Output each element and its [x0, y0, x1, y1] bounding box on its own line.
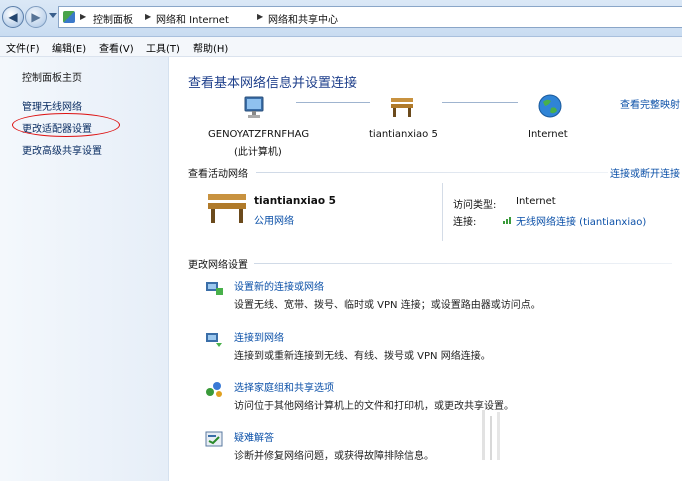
map-internet-label: Internet — [528, 129, 568, 140]
connection-link[interactable]: 无线网络连接 (tiantianxiao) — [516, 213, 646, 228]
sidebar-item-manage-wireless[interactable]: 管理无线网络 — [22, 98, 82, 113]
network-type-link[interactable]: 公用网络 — [254, 212, 294, 227]
breadcrumb-item-network-internet[interactable]: 网络和 Internet — [156, 11, 229, 26]
bench-icon — [208, 194, 246, 223]
breadcrumb-separator-icon[interactable]: ▶ — [257, 12, 263, 21]
computer-icon — [244, 96, 264, 118]
page-title: 查看基本网络信息并设置连接 — [188, 76, 358, 91]
task-troubleshoot-desc: 诊断并修复网络问题，或获得故障排除信息。 — [234, 451, 434, 462]
connection-label: 连接: — [453, 217, 477, 228]
map-connector-line — [296, 102, 370, 103]
breadcrumb-item-control-panel[interactable]: 控制面板 — [93, 11, 133, 26]
vertical-divider — [442, 183, 443, 241]
active-network-name: tiantianxiao 5 — [254, 195, 336, 207]
access-type-value: Internet — [516, 196, 556, 207]
homegroup-icon — [206, 382, 222, 397]
computer-name-label: GENOYATZFRNFHAG — [208, 129, 310, 140]
sidebar-home-link[interactable]: 控制面板主页 — [22, 69, 82, 84]
forward-arrow-icon: ▶ — [31, 10, 41, 24]
new-connection-icon — [206, 282, 223, 295]
task-setup-connection-desc: 设置无线、宽带、拨号、临时或 VPN 连接；或设置路由器或访问点。 — [234, 300, 541, 311]
task-homegroup-desc: 访问位于其他网络计算机上的文件和打印机，或更改共享设置。 — [234, 401, 514, 412]
annotation-circle — [12, 113, 120, 137]
computer-sub-label: (此计算机) — [234, 147, 282, 158]
sidebar: 控制面板主页 管理无线网络 更改适配器设置 更改高级共享设置 — [0, 57, 169, 481]
breadcrumb-item-network-sharing-center[interactable]: 网络和共享中心 — [268, 11, 338, 26]
control-panel-icon — [63, 11, 75, 23]
active-networks-heading: 查看活动网络 — [188, 169, 248, 180]
breadcrumb-separator-icon[interactable]: ▶ — [80, 12, 86, 21]
menu-tools[interactable]: 工具(T) — [146, 40, 180, 55]
signal-strength-icon — [503, 217, 511, 224]
connect-disconnect-link[interactable]: 连接或断开连接 — [610, 165, 680, 180]
sidebar-item-advanced-sharing[interactable]: 更改高级共享设置 — [22, 142, 102, 157]
section-divider — [256, 172, 608, 173]
screen-artifact — [482, 410, 500, 460]
section-divider — [254, 263, 672, 264]
forward-button[interactable]: ▶ — [25, 6, 47, 28]
main-content: 查看基本网络信息并设置连接 查看完整映射 GENOYATZFRNFHAG (此计… — [170, 57, 682, 481]
history-dropdown-icon[interactable] — [49, 13, 57, 18]
task-homegroup[interactable]: 选择家庭组和共享选项 — [234, 379, 334, 394]
menu-bar: 文件(F) 编辑(E) 查看(V) 工具(T) 帮助(H) — [0, 37, 682, 57]
change-settings-heading: 更改网络设置 — [188, 260, 248, 271]
back-arrow-icon: ◀ — [8, 10, 18, 24]
access-type-label: 访问类型: — [453, 200, 497, 211]
menu-view[interactable]: 查看(V) — [99, 40, 134, 55]
troubleshoot-icon — [205, 431, 223, 447]
task-connect-network[interactable]: 连接到网络 — [234, 329, 284, 344]
menu-help[interactable]: 帮助(H) — [193, 40, 228, 55]
globe-icon — [538, 94, 562, 118]
breadcrumb-separator-icon[interactable]: ▶ — [145, 12, 151, 21]
menu-file[interactable]: 文件(F) — [6, 40, 40, 55]
task-connect-network-desc: 连接到或重新连接到无线、有线、拨号或 VPN 网络连接。 — [234, 351, 491, 362]
menu-edit[interactable]: 编辑(E) — [52, 40, 86, 55]
map-network-label: tiantianxiao 5 — [369, 129, 438, 140]
bench-icon — [391, 98, 413, 117]
full-map-link[interactable]: 查看完整映射 — [620, 96, 680, 111]
task-setup-connection[interactable]: 设置新的连接或网络 — [234, 278, 324, 293]
address-bar: ◀ ▶ ▶ 控制面板 ▶ 网络和 Internet ▶ 网络和共享中心 — [0, 0, 682, 37]
breadcrumb[interactable]: ▶ 控制面板 ▶ 网络和 Internet ▶ 网络和共享中心 — [58, 6, 682, 28]
task-troubleshoot[interactable]: 疑难解答 — [234, 429, 274, 444]
back-button[interactable]: ◀ — [2, 6, 24, 28]
connect-network-icon — [206, 333, 222, 347]
map-connector-line — [442, 102, 518, 103]
